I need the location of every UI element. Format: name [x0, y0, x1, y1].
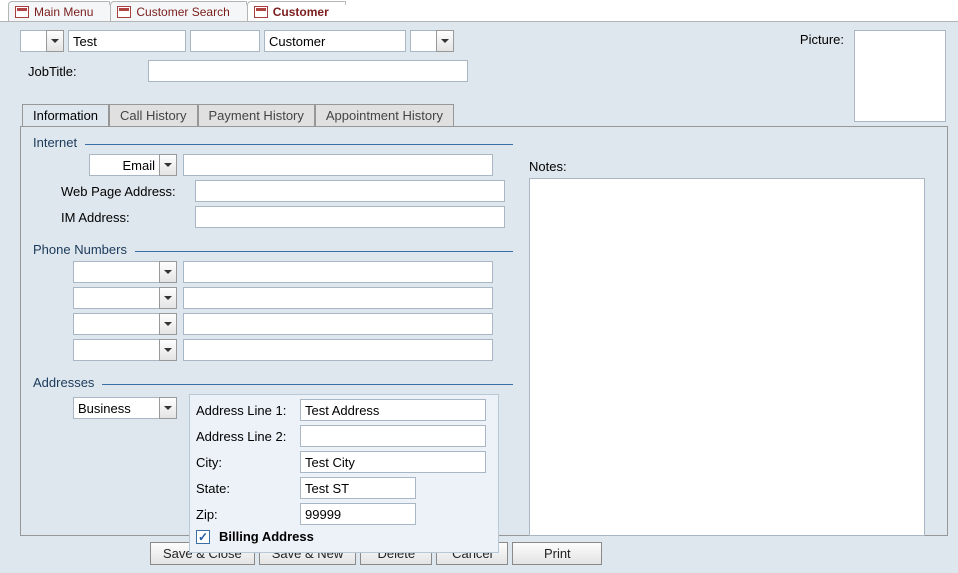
im-address-label: IM Address: [61, 210, 189, 225]
addr-line2-label: Address Line 2: [196, 429, 294, 444]
dropdown-button[interactable] [46, 30, 64, 52]
addr-line1-label: Address Line 1: [196, 403, 294, 418]
billing-address-checkbox[interactable] [196, 530, 210, 544]
phone2-input[interactable] [183, 287, 493, 309]
address-type-input[interactable] [73, 397, 159, 419]
email-input[interactable] [183, 154, 493, 176]
nav-tab-customer-search[interactable]: Customer Search [110, 1, 246, 21]
im-address-input[interactable] [195, 206, 505, 228]
picture-box[interactable] [854, 30, 946, 122]
phone3-input[interactable] [183, 313, 493, 335]
form-icon [117, 6, 131, 18]
nav-tab-label: Customer [273, 5, 329, 19]
addr-line2-input[interactable] [300, 425, 486, 447]
jobtitle-input[interactable] [148, 60, 468, 82]
phone4-type-input[interactable] [73, 339, 159, 361]
dropdown-button[interactable] [159, 287, 177, 309]
zip-label: Zip: [196, 507, 294, 522]
phone4-input[interactable] [183, 339, 493, 361]
form-icon [254, 6, 268, 18]
phone1-type-dropdown[interactable] [73, 261, 177, 283]
phone3-type-input[interactable] [73, 313, 159, 335]
nav-tab-main-menu[interactable]: Main Menu [8, 1, 110, 21]
phone2-type-input[interactable] [73, 287, 159, 309]
dropdown-button[interactable] [436, 30, 454, 52]
dropdown-button[interactable] [159, 397, 177, 419]
form-icon [15, 6, 29, 18]
city-input[interactable] [300, 451, 486, 473]
addresses-group: Addresses Address Line 1: Address L [33, 375, 513, 553]
prefix-dropdown[interactable] [20, 30, 64, 52]
address-box: Address Line 1: Address Line 2: City: [189, 394, 499, 553]
first-name-input[interactable] [68, 30, 186, 52]
nav-tabs: Main Menu Customer Search Customer [0, 0, 958, 22]
address-type-dropdown[interactable] [73, 397, 177, 419]
tab-appointment-history[interactable]: Appointment History [315, 104, 454, 126]
nav-tab-label: Main Menu [34, 5, 93, 19]
tab-call-history[interactable]: Call History [109, 104, 197, 126]
dropdown-button[interactable] [159, 154, 177, 176]
state-label: State: [196, 481, 294, 496]
phone3-type-dropdown[interactable] [73, 313, 177, 335]
web-address-input[interactable] [195, 180, 505, 202]
zip-input[interactable] [300, 503, 416, 525]
suffix-dropdown[interactable] [410, 30, 454, 52]
web-address-label: Web Page Address: [61, 184, 189, 199]
phone4-type-dropdown[interactable] [73, 339, 177, 361]
phone1-type-input[interactable] [73, 261, 159, 283]
phone1-input[interactable] [183, 261, 493, 283]
dropdown-button[interactable] [159, 261, 177, 283]
dropdown-button[interactable] [159, 313, 177, 335]
addr-line1-input[interactable] [300, 399, 486, 421]
tab-control: Information Call History Payment History… [20, 102, 948, 536]
city-label: City: [196, 455, 294, 470]
middle-name-input[interactable] [190, 30, 260, 52]
billing-address-label: Billing Address [219, 529, 314, 544]
addresses-group-label: Addresses [33, 375, 94, 390]
email-type-input[interactable] [89, 154, 159, 176]
tab-payment-history[interactable]: Payment History [198, 104, 315, 126]
jobtitle-label: JobTitle: [28, 64, 142, 79]
internet-group: Internet Web Page Address: [33, 135, 513, 232]
phone-group-label: Phone Numbers [33, 242, 127, 257]
notes-textarea[interactable] [529, 178, 925, 536]
phone2-type-dropdown[interactable] [73, 287, 177, 309]
print-button[interactable]: Print [512, 542, 602, 565]
email-type-dropdown[interactable] [89, 154, 177, 176]
tab-information[interactable]: Information [22, 104, 109, 127]
phone-group: Phone Numbers [33, 242, 513, 365]
internet-group-label: Internet [33, 135, 77, 150]
prefix-input[interactable] [20, 30, 46, 52]
dropdown-button[interactable] [159, 339, 177, 361]
suffix-input[interactable] [410, 30, 436, 52]
state-input[interactable] [300, 477, 416, 499]
picture-label: Picture: [800, 32, 844, 47]
notes-label: Notes: [529, 159, 935, 174]
nav-tab-customer[interactable]: Customer [247, 1, 346, 21]
last-name-input[interactable] [264, 30, 406, 52]
nav-tab-label: Customer Search [136, 5, 229, 19]
